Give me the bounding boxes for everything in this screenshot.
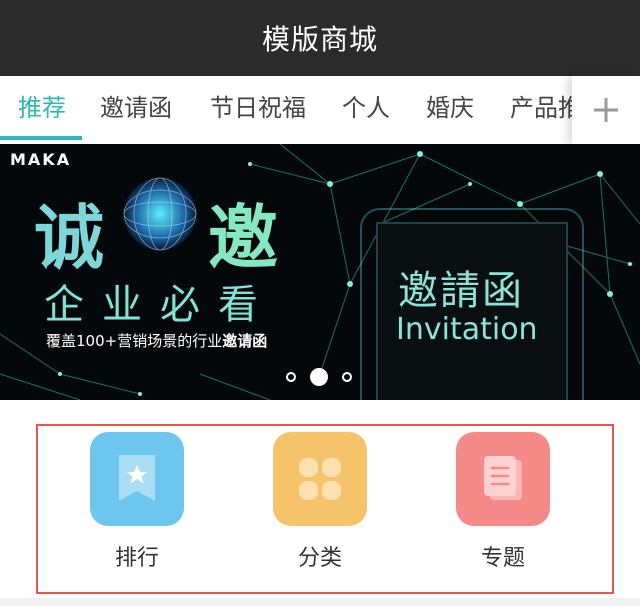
banner-subtitle: 企业必看: [44, 282, 276, 328]
topics-icon-tile: [456, 432, 550, 526]
banner-description-prefix: 覆盖100+营销场景的行业: [46, 332, 223, 350]
app-header: 模版商城: [0, 0, 640, 76]
tab-wedding[interactable]: 婚庆: [426, 76, 474, 144]
page-title: 模版商城: [261, 23, 378, 56]
grid-four-icon: [299, 458, 341, 500]
plus-icon: [594, 98, 618, 122]
topics-entry[interactable]: 专题: [442, 432, 562, 582]
banner-description-bold: 邀请函: [222, 332, 268, 350]
brand-logo: MAKA: [10, 150, 72, 169]
active-tab-indicator: [0, 136, 82, 140]
invitation-title-en: Invitation: [396, 312, 538, 347]
banner-description: 覆盖100+营销场景的行业邀请函: [46, 330, 267, 351]
tab-invitation[interactable]: 邀请函: [100, 76, 172, 144]
bookmark-star-icon: [119, 455, 155, 501]
category-tabs: 推荐 邀请函 节日祝福 个人 婚庆 产品推: [0, 76, 640, 144]
banner-title-left: 诚: [34, 197, 104, 279]
tab-holiday-greetings[interactable]: 节日祝福: [210, 76, 306, 144]
banner-title-right: 邀: [208, 197, 278, 279]
topics-label: 专题: [480, 546, 525, 571]
carousel-dot-active[interactable]: [310, 368, 328, 386]
ranking-entry[interactable]: 排行: [76, 432, 196, 582]
category-entry[interactable]: 分类: [259, 432, 379, 582]
document-stack-icon: [484, 456, 522, 500]
promo-banner[interactable]: MAKA 诚 邀 企业必看 覆盖100+营销场景的行业邀请函 邀請函 Invit…: [0, 144, 640, 400]
tab-recommend[interactable]: 推荐: [18, 76, 66, 144]
category-label: 分类: [297, 546, 342, 571]
tab-personal[interactable]: 个人: [342, 76, 390, 144]
carousel-indicator: [286, 366, 366, 390]
carousel-dot[interactable]: [342, 372, 352, 382]
ranking-icon-tile: [90, 432, 184, 526]
add-tab-button[interactable]: [572, 76, 640, 144]
category-icon-tile: [273, 432, 367, 526]
section-divider: [0, 598, 640, 606]
invitation-title-cn: 邀請函: [398, 268, 524, 314]
carousel-dot[interactable]: [286, 372, 296, 382]
ranking-label: 排行: [114, 546, 159, 571]
